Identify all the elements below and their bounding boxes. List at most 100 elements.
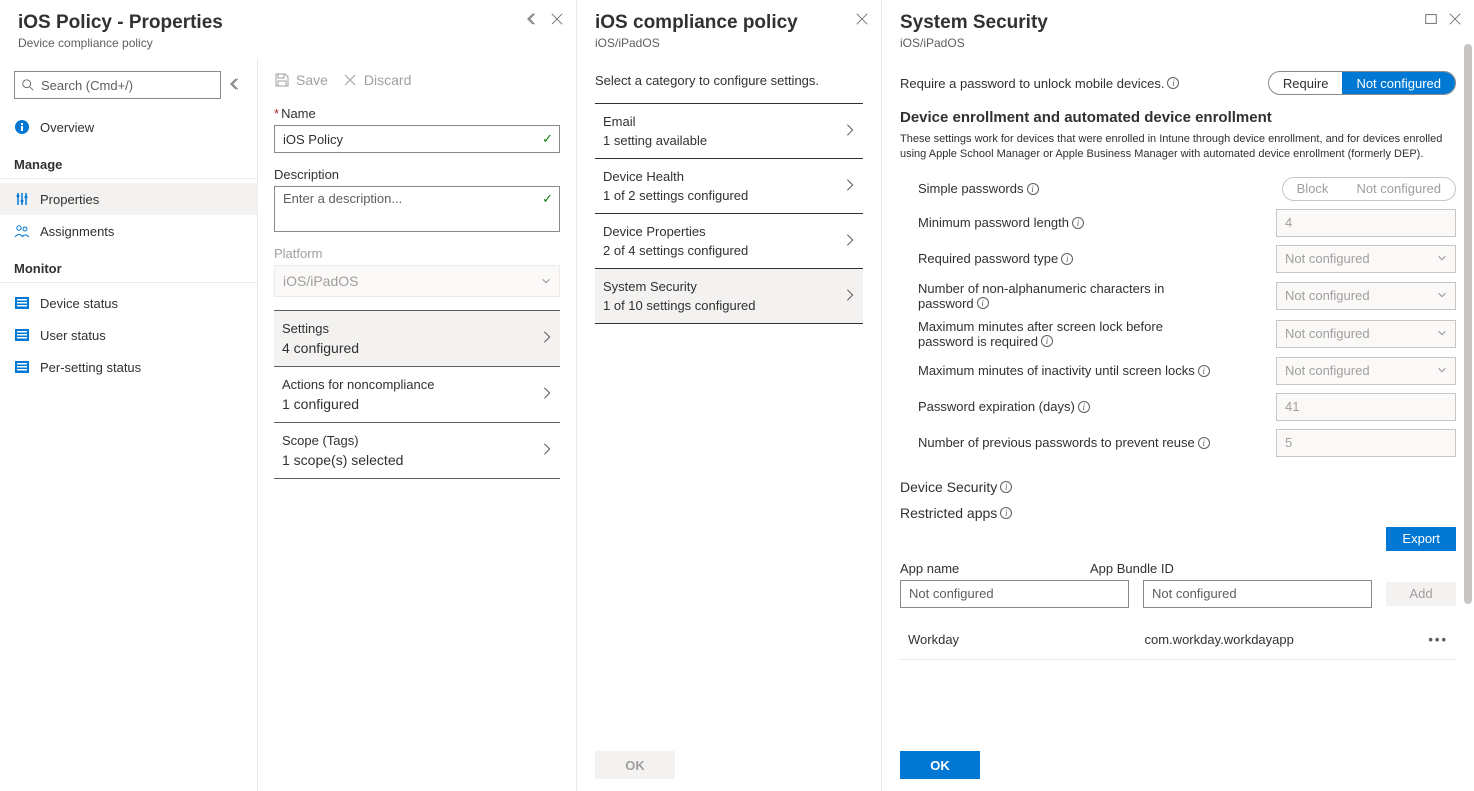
cat-email[interactable]: Email1 setting available <box>595 103 863 159</box>
panel3-subtitle: iOS/iPadOS <box>900 36 1456 50</box>
nav-user-status[interactable]: User status <box>0 319 257 351</box>
nonalpha-label: Number of non-alphanumeric characters in… <box>918 281 1264 311</box>
scrollbar-thumb[interactable] <box>1464 44 1472 604</box>
add-button[interactable]: Add <box>1386 582 1456 606</box>
search-placeholder: Search (Cmd+/) <box>41 78 133 93</box>
expiration-input: 41 <box>1276 393 1456 421</box>
nav-device-status[interactable]: Device status <box>0 287 257 319</box>
toggle-not-configured: Not configured <box>1342 178 1455 200</box>
more-icon[interactable]: ••• <box>1428 632 1448 647</box>
cat-value: 1 of 10 settings configured <box>603 298 756 313</box>
list-icon <box>14 327 30 343</box>
prev-reuse-label: Number of previous passwords to prevent … <box>918 435 1264 450</box>
app-name-input[interactable]: Not configured <box>900 580 1129 608</box>
scrollbar[interactable] <box>1464 44 1472 747</box>
require-password-toggle[interactable]: Require Not configured <box>1268 71 1456 95</box>
nav-overview[interactable]: Overview <box>0 111 257 143</box>
save-button[interactable]: Save <box>274 72 328 88</box>
panel2-ok-button[interactable]: OK <box>595 751 675 779</box>
cat-device-health[interactable]: Device Health1 of 2 settings configured <box>595 158 863 214</box>
info-icon[interactable]: i <box>1000 507 1012 519</box>
discard-button[interactable]: Discard <box>342 72 411 88</box>
req-type-label: Required password typei <box>918 251 1264 266</box>
cat-label: System Security <box>603 279 756 294</box>
bundle-id-header: App Bundle ID <box>1090 561 1266 576</box>
search-input[interactable]: Search (Cmd+/) <box>14 71 221 99</box>
toggle-not-configured[interactable]: Not configured <box>1342 72 1455 94</box>
desc-placeholder: Enter a description... <box>283 191 402 206</box>
info-icon[interactable]: i <box>1198 365 1210 377</box>
panel3-ok-button[interactable]: OK <box>900 751 980 779</box>
collapse-icon[interactable] <box>526 12 540 26</box>
info-icon[interactable]: i <box>1027 183 1039 195</box>
panel1-subtitle: Device compliance policy <box>18 36 558 50</box>
platform-label: Platform <box>274 246 560 261</box>
cat-device-properties[interactable]: Device Properties2 of 4 settings configu… <box>595 213 863 269</box>
check-icon: ✓ <box>542 191 553 207</box>
block-noncompliance[interactable]: Actions for noncompliance 1 configured <box>274 366 560 423</box>
maximize-icon[interactable] <box>1424 12 1438 26</box>
device-security-heading: Device Securityi <box>900 479 1456 495</box>
close-icon[interactable] <box>855 12 869 26</box>
block-value: 1 configured <box>282 396 434 412</box>
cat-system-security[interactable]: System Security 1 of 10 settings configur… <box>595 268 863 324</box>
info-icon[interactable]: i <box>1000 481 1012 493</box>
block-settings[interactable]: Settings 4 configured <box>274 310 560 367</box>
req-type-select: Not configured <box>1276 245 1456 273</box>
nonalpha-select: Not configured <box>1276 282 1456 310</box>
nav-device-status-label: Device status <box>40 296 118 311</box>
search-icon <box>21 78 35 92</box>
block-label: Settings <box>282 321 359 336</box>
info-icon[interactable]: i <box>1041 335 1053 347</box>
toggle-block: Block <box>1283 178 1343 200</box>
close-icon[interactable] <box>1448 12 1462 26</box>
toggle-require[interactable]: Require <box>1269 72 1343 94</box>
info-icon[interactable]: i <box>1061 253 1073 265</box>
chevron-right-icon <box>845 178 855 195</box>
platform-value: iOS/iPadOS <box>283 273 358 289</box>
platform-select: iOS/iPadOS <box>274 265 560 297</box>
bundle-id-input[interactable]: Not configured <box>1143 580 1372 608</box>
chevron-right-icon <box>542 386 552 403</box>
info-icon[interactable]: i <box>1072 217 1084 229</box>
close-icon[interactable] <box>550 12 564 26</box>
simple-passwords-toggle: Block Not configured <box>1282 177 1456 201</box>
export-button[interactable]: Export <box>1386 527 1456 551</box>
min-length-input: 4 <box>1276 209 1456 237</box>
info-icon[interactable]: i <box>1078 401 1090 413</box>
name-input[interactable]: iOS Policy ✓ <box>274 125 560 153</box>
info-icon[interactable]: i <box>1198 437 1210 449</box>
block-scope[interactable]: Scope (Tags) 1 scope(s) selected <box>274 422 560 479</box>
min-length-label: Minimum password lengthi <box>918 215 1264 230</box>
block-label: Scope (Tags) <box>282 433 403 448</box>
simple-passwords-label: Simple passwordsi <box>918 181 1270 196</box>
chevron-right-icon <box>542 442 552 459</box>
chevron-right-icon <box>845 233 855 250</box>
chevron-right-icon <box>845 288 855 305</box>
info-icon[interactable]: i <box>1167 77 1179 89</box>
name-value: iOS Policy <box>283 132 343 147</box>
prev-reuse-input: 5 <box>1276 429 1456 457</box>
enroll-desc: These settings work for devices that wer… <box>900 132 1456 163</box>
nav-per-setting-status[interactable]: Per-setting status <box>0 351 257 383</box>
save-label: Save <box>296 72 328 88</box>
cat-value: 2 of 4 settings configured <box>603 243 748 258</box>
nav-user-status-label: User status <box>40 328 106 343</box>
app-row: Workday com.workday.workdayapp ••• <box>900 620 1456 660</box>
app-name-header: App name <box>900 561 1076 576</box>
desc-input[interactable]: Enter a description... ✓ <box>274 186 560 232</box>
info-icon[interactable]: i <box>977 297 989 309</box>
panel3-body: Require a password to unlock mobile devi… <box>882 59 1474 739</box>
nav-overview-label: Overview <box>40 120 94 135</box>
chevron-down-icon <box>541 273 551 289</box>
nav-properties[interactable]: Properties <box>0 183 257 215</box>
cat-value: 1 of 2 settings configured <box>603 188 748 203</box>
app-row-name: Workday <box>908 632 1145 647</box>
sidebar-collapse-icon[interactable] <box>229 77 243 94</box>
panel1-main: Save Discard Name iOS Policy ✓ Descripti <box>258 58 576 791</box>
nav-assignments[interactable]: Assignments <box>0 215 257 247</box>
nav-properties-label: Properties <box>40 192 99 207</box>
panel2-subtitle: iOS/iPadOS <box>595 36 863 50</box>
people-icon <box>14 223 30 239</box>
check-icon: ✓ <box>542 131 553 147</box>
